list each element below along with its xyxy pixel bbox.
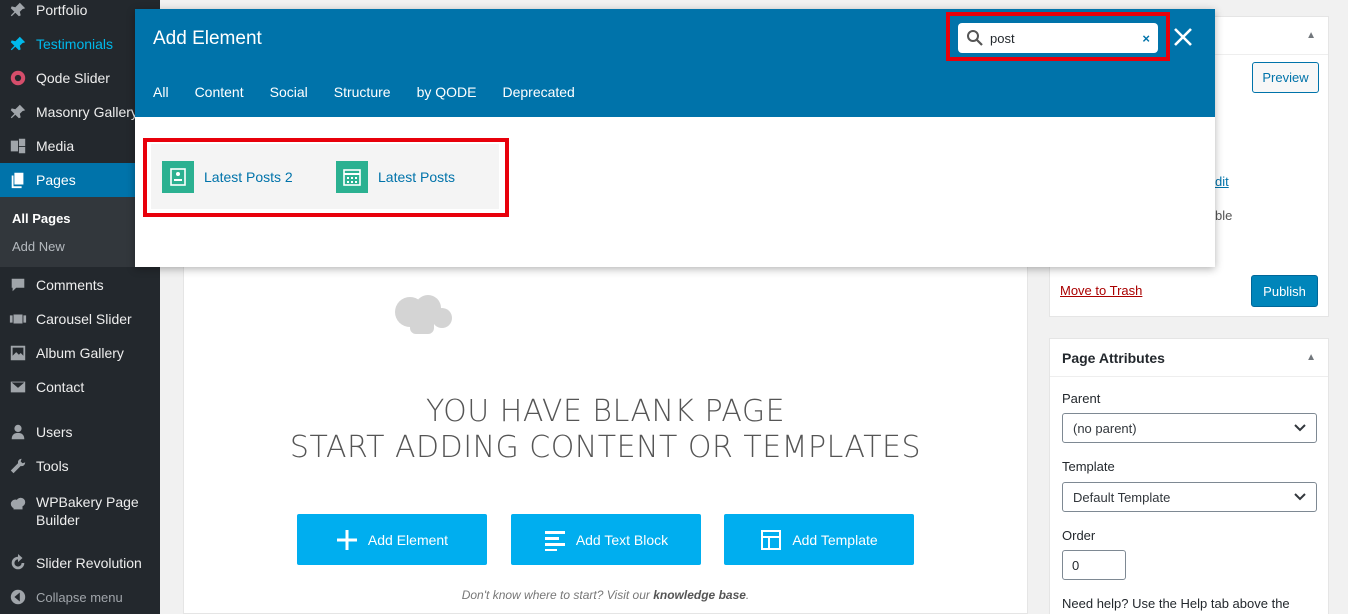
tab-structure[interactable]: Structure xyxy=(334,84,391,100)
sidebar-item-label: Users xyxy=(36,424,73,440)
add-template-button[interactable]: Add Template xyxy=(724,514,914,565)
collapse-menu-button[interactable]: Collapse menu xyxy=(0,580,160,614)
users-icon xyxy=(0,415,36,449)
sidebar-item-label: Media xyxy=(36,138,75,154)
add-element-label: Add Element xyxy=(367,531,449,548)
submenu-all-pages[interactable]: All Pages xyxy=(12,211,71,226)
wpbakery-icon xyxy=(0,493,36,515)
sidebar-item-label: Collapse menu xyxy=(36,589,123,605)
tab-by-qode[interactable]: by QODE xyxy=(417,84,477,100)
pin-icon xyxy=(0,27,36,61)
search-highlight-frame xyxy=(946,12,1170,61)
sidebar-item-wpbakery[interactable]: WPBakery Page Builder xyxy=(0,487,160,531)
sidebar-item-comments[interactable]: Comments xyxy=(0,268,160,302)
wrench-icon xyxy=(0,449,36,483)
sidebar-item-contact[interactable]: Contact xyxy=(0,370,160,404)
media-icon xyxy=(0,129,36,163)
pin-icon xyxy=(0,0,36,27)
tab-deprecated[interactable]: Deprecated xyxy=(502,84,574,100)
sidebar-item-label: Masonry Gallery xyxy=(36,104,138,120)
template-label: Template xyxy=(1062,459,1115,474)
parent-select[interactable]: (no parent) xyxy=(1062,413,1317,443)
sidebar-item-label: Carousel Slider xyxy=(36,311,132,327)
wpbakery-cloud-icon xyxy=(395,295,452,334)
pages-icon xyxy=(0,163,36,197)
tab-all[interactable]: All xyxy=(153,84,169,100)
template-icon xyxy=(761,529,782,550)
sidebar-item-label: Qode Slider xyxy=(36,70,110,86)
slides-icon xyxy=(0,302,36,336)
parent-label: Parent xyxy=(1062,391,1101,406)
sidebar-item-slider-revolution[interactable]: Slider Revolution xyxy=(0,546,160,580)
sidebar-item-label: WPBakery Page Builder xyxy=(36,494,139,528)
blank-page-title: YOU HAVE BLANK PAGE xyxy=(425,394,786,429)
add-text-block-button[interactable]: Add Text Block xyxy=(511,514,701,565)
gallery-icon xyxy=(0,336,36,370)
template-select-value: Default Template xyxy=(1073,489,1171,505)
add-text-block-label: Add Text Block xyxy=(575,531,669,548)
order-label: Order xyxy=(1062,528,1096,543)
sidebar-item-label: Pages xyxy=(36,172,76,188)
preview-button[interactable]: Preview xyxy=(1252,62,1319,93)
circle-icon xyxy=(0,61,36,95)
sidebar-item-label: Portfolio xyxy=(36,2,88,18)
plus-icon xyxy=(336,529,357,550)
template-select[interactable]: Default Template xyxy=(1062,482,1317,512)
add-template-label: Add Template xyxy=(792,531,878,548)
status-text-partial: ble xyxy=(1215,208,1233,223)
collapse-icon xyxy=(0,580,36,614)
add-element-button[interactable]: Add Element xyxy=(297,514,487,565)
edit-link-partial[interactable]: dit xyxy=(1215,174,1229,189)
publish-toggle-icon[interactable]: ▲ xyxy=(1306,30,1316,41)
sidebar-item-label: Testimonials xyxy=(36,36,114,52)
blank-page-subtitle: START ADDING CONTENT OR TEMPLATES xyxy=(289,430,922,465)
sidebar-item-users[interactable]: Users xyxy=(0,415,160,449)
help-hint: Don't know where to start? Visit our kno… xyxy=(461,588,750,602)
submenu-add-new[interactable]: Add New xyxy=(12,239,65,254)
text-lines-icon xyxy=(544,530,565,551)
sidebar-item-label: Album Gallery xyxy=(36,345,124,361)
results-highlight-frame xyxy=(143,138,509,217)
move-to-trash-link[interactable]: Move to Trash xyxy=(1060,283,1142,298)
attributes-toggle-icon[interactable]: ▲ xyxy=(1306,352,1316,363)
email-icon xyxy=(0,370,36,404)
help-text: Need help? Use the Help tab above the xyxy=(1062,596,1290,611)
tab-social[interactable]: Social xyxy=(270,84,308,100)
pin-icon xyxy=(0,95,36,129)
chevron-down-icon xyxy=(1294,493,1306,501)
publish-button[interactable]: Publish xyxy=(1251,275,1318,307)
modal-title: Add Element xyxy=(153,28,262,49)
sidebar-item-label: Slider Revolution xyxy=(36,555,142,571)
sidebar-item-label: Contact xyxy=(36,379,85,395)
parent-select-value: (no parent) xyxy=(1073,420,1137,436)
sidebar-item-tools[interactable]: Tools xyxy=(0,449,160,483)
sidebar-item-carousel-slider[interactable]: Carousel Slider xyxy=(0,302,160,336)
knowledge-base-link[interactable]: knowledge base xyxy=(653,588,746,602)
sidebar-item-label: Comments xyxy=(36,277,104,293)
sidebar-item-label: Tools xyxy=(36,458,69,474)
chevron-down-icon xyxy=(1294,424,1306,432)
category-tabs: All Content Social Structure by QODE Dep… xyxy=(153,84,601,100)
close-icon[interactable] xyxy=(1171,25,1195,49)
order-input[interactable]: 0 xyxy=(1062,550,1126,580)
refresh-icon xyxy=(0,546,36,580)
page-attributes-title: Page Attributes xyxy=(1062,349,1165,366)
comment-icon xyxy=(0,268,36,302)
sidebar-item-album-gallery[interactable]: Album Gallery xyxy=(0,336,160,370)
tab-content[interactable]: Content xyxy=(195,84,244,100)
